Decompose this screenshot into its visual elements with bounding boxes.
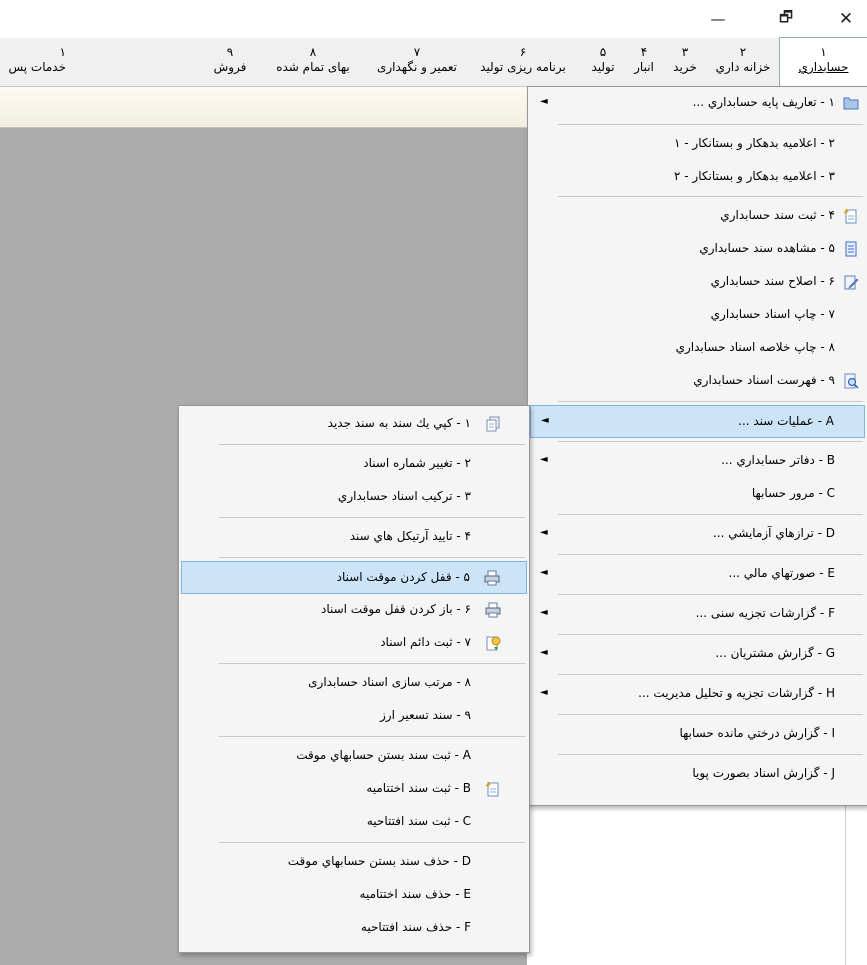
close-button[interactable]: ✕ [826, 6, 866, 32]
menu-separator [558, 674, 863, 675]
menu-item-print-documents[interactable]: ٧ - چاپ اسناد حسابداري [530, 299, 865, 332]
submenu-item-opening-document[interactable]: C - ثبت سند افتتاحيه [181, 806, 527, 839]
menu-item-document-operations[interactable]: A - عمليات سند ... ◄ [530, 405, 865, 438]
submenu-item-close-temp-accounts[interactable]: A - ثبت سند بستن حسابهاي موقت [181, 740, 527, 773]
toolbar-strip [0, 87, 527, 128]
menu-separator [558, 124, 863, 125]
menu-item-customer-report[interactable]: G - گزارش مشتريان ... ◄ [530, 638, 865, 671]
tab-warehouse[interactable]: ۴ انبار [626, 38, 662, 86]
submenu-item-closing-document[interactable]: B - ثبت سند اختتاميه [181, 773, 527, 806]
menu-item-register-document[interactable]: ۴ - ثبت سند حسابداري [530, 200, 865, 233]
menu-separator [219, 663, 525, 664]
tab-maintenance[interactable]: ٧ تعمیر و نگهداری [370, 38, 464, 86]
menu-item-basic-definitions[interactable]: ١ - تعاريف پايه حسابداري ... ◄ [530, 87, 865, 120]
menu-item-print-summary[interactable]: ٨ - چاپ خلاصه اسناد حسابداري [530, 332, 865, 365]
submenu-item-sort-documents[interactable]: ٨ - مرتب سازی اسناد حسابداری [181, 667, 527, 700]
minimize-button[interactable]: — [698, 6, 738, 32]
menu-separator [558, 714, 863, 715]
submenu-item-delete-close-temp[interactable]: D - حذف سند بستن حسابهاي موقت [181, 846, 527, 879]
view-document-icon [843, 241, 859, 257]
copy-document-icon [485, 416, 501, 432]
menu-item-financial-statements[interactable]: E - صورتهاي مالي ... ◄ [530, 558, 865, 591]
search-document-icon [843, 373, 859, 389]
tab-cost-price[interactable]: ٨ بهای تمام شده [258, 38, 368, 86]
edit-document-icon [843, 274, 859, 290]
menu-separator [558, 401, 863, 402]
tab-sales[interactable]: ٩ فروش [206, 38, 254, 86]
submenu-item-delete-closing[interactable]: E - حذف سند اختتاميه [181, 879, 527, 912]
maximize-button[interactable]: 🗗 [766, 6, 806, 32]
title-bar: — 🗗 ✕ [0, 0, 867, 38]
submenu-item-permanent-record[interactable]: ٧ - ثبت دائم اسناد [181, 627, 527, 660]
menu-bar: ١ حسابداري ٢ خزانه داري ٣ خريد ۴ انبار ۵ تولي… [0, 37, 867, 88]
new-document-icon [843, 208, 859, 224]
menu-separator [558, 554, 863, 555]
submenu-item-change-numbers[interactable]: ٢ - تغيير شماره اسناد [181, 448, 527, 481]
menu-separator [219, 842, 525, 843]
folder-icon [843, 95, 859, 111]
submenu-item-temp-lock[interactable]: ۵ - قفل كردن موقت اسناد [181, 561, 527, 594]
tab-accounting[interactable]: ١ حسابداري [779, 37, 867, 88]
submenu-item-copy-document[interactable]: ١ - كپي يك سند به سند جديد [181, 408, 527, 441]
tab-purchase[interactable]: ٣ خريد [664, 38, 706, 86]
tab-treasury[interactable]: ٢ خزانه داري [708, 38, 778, 86]
tab-production-planning[interactable]: ۶ برنامه ریزی تولید [466, 38, 580, 86]
tab-production[interactable]: ۵ توليد [582, 38, 624, 86]
submenu-item-temp-unlock[interactable]: ۶ - باز كردن قفل موقت اسناد [181, 594, 527, 627]
menu-item-aging-reports[interactable]: F - گزارشات تجزيه سنی ... ◄ [530, 598, 865, 631]
document-operations-submenu: ١ - كپي يك سند به سند جديد ٢ - تغيير شما… [178, 405, 530, 953]
permanent-record-icon [485, 635, 501, 651]
tab-after-sales-services[interactable]: ١ خدمات پس [0, 38, 66, 86]
submenu-item-approve-articles[interactable]: ۴ - تاييد آرتيكل هاي سند [181, 521, 527, 554]
menu-separator [558, 634, 863, 635]
menu-item-accounting-books[interactable]: B - دفاتر حسابداري ... ◄ [530, 445, 865, 478]
submenu-item-delete-opening[interactable]: F - حذف سند افتتاحيه [181, 912, 527, 945]
submenu-item-merge-documents[interactable]: ٣ - تركيب اسناد حسابداري [181, 481, 527, 514]
menu-separator [219, 444, 525, 445]
accounting-menu: ١ - تعاريف پايه حسابداري ... ◄ ٢ - اعلام… [527, 86, 867, 806]
menu-item-debit-credit-2[interactable]: ٣ - اعلاميه بدهكار و بستانكار - ٢ [530, 161, 865, 194]
submenu-item-currency-revaluation[interactable]: ٩ - سند تسعير ارز [181, 700, 527, 733]
menu-separator [558, 441, 863, 442]
menu-item-debit-credit-1[interactable]: ٢ - اعلاميه بدهكار و بستانكار - ١ [530, 128, 865, 161]
menu-separator [558, 196, 863, 197]
menu-separator [219, 557, 525, 558]
menu-item-tree-balance-report[interactable]: I - گزارش درختي مانده حسابها [530, 718, 865, 751]
menu-item-edit-document[interactable]: ۶ - اصلاح سند حسابداري [530, 266, 865, 299]
new-document-icon [485, 781, 501, 797]
menu-separator [558, 594, 863, 595]
menu-item-trial-balances[interactable]: D - ترازهاي آزمايشي ... ◄ [530, 518, 865, 551]
lock-printer-icon [484, 570, 500, 586]
menu-item-management-analysis[interactable]: H - گزارشات تجزيه و تحليل مديريت ... ◄ [530, 678, 865, 711]
menu-separator [219, 736, 525, 737]
menu-item-account-review[interactable]: C - مرور حسابها [530, 478, 865, 511]
menu-item-view-document[interactable]: ۵ - مشاهده سند حسابداري [530, 233, 865, 266]
menu-separator [558, 754, 863, 755]
menu-separator [219, 517, 525, 518]
unlock-printer-icon [485, 602, 501, 618]
menu-separator [558, 514, 863, 515]
menu-item-dynamic-documents-report[interactable]: J - گزارش اسناد بصورت پويا [530, 758, 865, 791]
menu-item-document-list[interactable]: ٩ - فهرست اسناد حسابداري [530, 365, 865, 398]
